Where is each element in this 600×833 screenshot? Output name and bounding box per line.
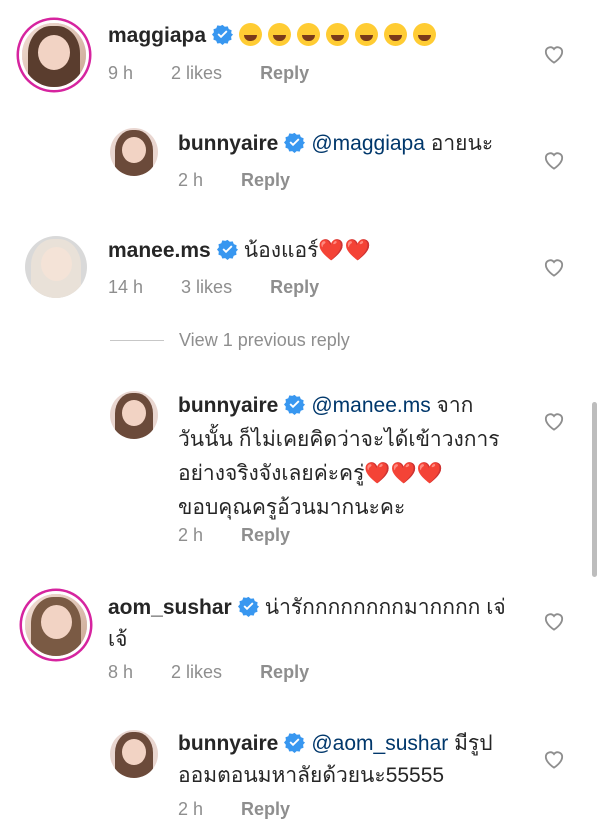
username[interactable]: aom_sushar bbox=[108, 596, 232, 619]
avatar-face bbox=[122, 136, 146, 164]
avatar[interactable] bbox=[25, 594, 87, 656]
comment-text: bunnyaire @aom_sushar มีรูป ออมตอนมหาลัยด… bbox=[178, 728, 538, 792]
username[interactable]: bunnyaire bbox=[178, 394, 278, 417]
username[interactable]: bunnyaire bbox=[178, 132, 278, 155]
like-heart-icon[interactable] bbox=[543, 411, 565, 431]
comment-body bbox=[239, 23, 442, 47]
comment-body: อายนะ bbox=[424, 132, 494, 155]
like-heart-icon[interactable] bbox=[543, 611, 565, 631]
comment-body-line: น่ารักกกกกกกกมากกกก เจ่ bbox=[264, 596, 506, 619]
comment-body-line: จาก bbox=[430, 394, 474, 417]
timestamp: 2 h bbox=[178, 170, 204, 190]
username[interactable]: bunnyaire bbox=[178, 732, 278, 755]
comment-meta: 2 h Reply bbox=[178, 525, 290, 546]
reply-button[interactable]: Reply bbox=[241, 799, 290, 820]
comment-meta: 8 h 2 likes Reply bbox=[108, 662, 309, 683]
divider-line bbox=[110, 340, 164, 341]
avatar-face bbox=[38, 34, 70, 70]
reply-button[interactable]: Reply bbox=[270, 277, 319, 298]
view-previous-replies[interactable]: View 1 previous reply bbox=[110, 330, 350, 351]
reply-button[interactable]: Reply bbox=[260, 63, 309, 84]
timestamp: 9 h bbox=[108, 63, 134, 83]
comment-meta: 2 h Reply bbox=[178, 799, 290, 820]
comment-body-line: วันนั้น ก็ไม่เคยคิดว่าจะได้เข้าวงการ bbox=[178, 428, 500, 451]
verified-badge-icon bbox=[216, 239, 238, 260]
verified-badge-icon bbox=[284, 132, 306, 153]
mention-link[interactable]: @aom_sushar bbox=[311, 732, 448, 755]
comment-body-line: ขอบคุณครูอ้วนมากนะคะ bbox=[178, 496, 406, 519]
mention-link[interactable]: @manee.ms bbox=[311, 394, 430, 417]
scrollbar[interactable] bbox=[592, 402, 597, 577]
likes-count[interactable]: 2 likes bbox=[171, 63, 222, 84]
avatar-face bbox=[40, 605, 72, 640]
verified-badge-icon bbox=[212, 24, 234, 45]
heart-emoji: ❤️❤️❤️ bbox=[364, 462, 443, 485]
comment-meta: 2 h Reply bbox=[178, 170, 290, 191]
avatar[interactable] bbox=[110, 391, 158, 439]
likes-count[interactable]: 2 likes bbox=[171, 662, 222, 683]
like-heart-icon[interactable] bbox=[543, 257, 565, 277]
timestamp: 8 h bbox=[108, 662, 134, 682]
comment-body-line: ออมตอนมหาลัยด้วยนะ55555 bbox=[178, 764, 445, 787]
comment-text: aom_sushar น่ารักกกกกกกกมากกกก เจ่ เจ้ bbox=[108, 592, 538, 656]
comment-body-line: มีรูป bbox=[448, 732, 493, 755]
username[interactable]: maggiapa bbox=[108, 24, 206, 47]
avatar[interactable] bbox=[110, 730, 158, 778]
comment-body: น้องแอร์ bbox=[243, 239, 319, 262]
avatar[interactable] bbox=[25, 236, 87, 298]
comment-meta: 9 h 2 likes Reply bbox=[108, 63, 309, 84]
like-heart-icon[interactable] bbox=[543, 150, 565, 170]
comment-text: bunnyaire @manee.ms จาก วันนั้น ก็ไม่เคยค… bbox=[178, 389, 538, 525]
reply-button[interactable]: Reply bbox=[241, 525, 290, 546]
reply-button[interactable]: Reply bbox=[260, 662, 309, 683]
avatar-face bbox=[40, 247, 72, 282]
verified-badge-icon bbox=[237, 596, 259, 617]
comment-body-line: เจ้ bbox=[108, 628, 128, 651]
like-heart-icon[interactable] bbox=[543, 749, 565, 769]
comment-meta: 14 h 3 likes Reply bbox=[108, 277, 319, 298]
heart-emoji: ❤️❤️ bbox=[318, 239, 371, 262]
mention-link[interactable]: @maggiapa bbox=[311, 132, 425, 155]
timestamp: 2 h bbox=[178, 799, 204, 819]
timestamp: 14 h bbox=[108, 277, 144, 297]
username[interactable]: manee.ms bbox=[108, 239, 211, 262]
avatar-face bbox=[122, 399, 146, 427]
comment-text: manee.ms น้องแอร์❤️❤️ bbox=[108, 235, 371, 267]
verified-badge-icon bbox=[284, 394, 306, 415]
like-heart-icon[interactable] bbox=[543, 44, 565, 64]
reply-button[interactable]: Reply bbox=[241, 170, 290, 191]
timestamp: 2 h bbox=[178, 525, 204, 545]
view-previous-label: View 1 previous reply bbox=[179, 330, 350, 350]
comment-body-line: อย่างจริงจังเลยค่ะครู่ bbox=[178, 462, 365, 485]
likes-count[interactable]: 3 likes bbox=[181, 277, 232, 298]
avatar[interactable] bbox=[22, 23, 86, 87]
comment-text: bunnyaire @maggiapa อายนะ bbox=[178, 128, 493, 160]
avatar-face bbox=[122, 738, 146, 766]
verified-badge-icon bbox=[284, 732, 306, 753]
comment-text: maggiapa bbox=[108, 20, 442, 52]
avatar[interactable] bbox=[110, 128, 158, 176]
